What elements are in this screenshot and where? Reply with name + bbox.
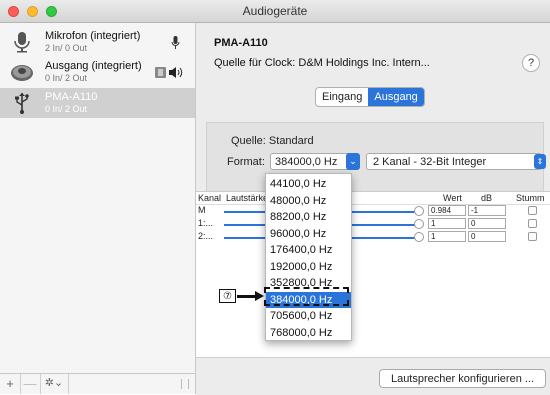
db-field[interactable]: 0: [468, 218, 506, 229]
db-field[interactable]: 0: [468, 231, 506, 242]
table-header: Kanal Lautstärke Wert dB Stumm: [196, 192, 550, 205]
arrow-right-icon: [255, 291, 264, 301]
mute-checkbox[interactable]: [528, 206, 537, 215]
step-callout: ⑦: [219, 289, 236, 303]
bottom-bar: Lautsprecher konfigurieren ...: [196, 357, 550, 395]
device-item-pma-a110[interactable]: PMA-A110 0 In/ 2 Out: [0, 88, 195, 118]
volume-slider-knob[interactable]: [414, 206, 424, 216]
col-kanal: Kanal: [198, 193, 222, 203]
channel-label: M: [198, 205, 206, 215]
device-title: PMA-A110: [214, 37, 268, 49]
menu-item-format[interactable]: 705600,0 Hz: [266, 308, 351, 325]
table-row: 1:... 1 0: [196, 218, 550, 230]
mute-checkbox[interactable]: [528, 232, 537, 241]
chevron-down-icon[interactable]: ⌄: [346, 153, 360, 170]
col-db: dB: [481, 193, 493, 203]
volume-slider-knob[interactable]: [414, 219, 424, 229]
gear-menu-button[interactable]: ✲⌄: [40, 374, 69, 394]
microphone-badge-icon: [171, 36, 180, 49]
speaker-badge-icon: [155, 67, 183, 78]
audio-devices-window: Audiogeräte Mikrofon (integriert) 2 In/ …: [0, 0, 550, 395]
value-field[interactable]: 1: [428, 231, 466, 242]
device-detail-pane: PMA-A110 Quelle für Clock: D&M Holdings …: [196, 23, 550, 395]
window-title: Audiogeräte: [242, 4, 308, 18]
device-name: Ausgang (integriert): [45, 60, 142, 72]
col-lautstaerke: Lautstärke: [226, 193, 269, 203]
clock-source-label: Quelle für Clock:: [214, 57, 296, 69]
menu-item-format[interactable]: 352800,0 Hz: [266, 275, 351, 292]
format-panel: Quelle: Standard Format: 384000,0 Hz ⌄ 2…: [206, 122, 546, 191]
resize-handle-icon[interactable]: [181, 379, 189, 389]
channel-label: 2:...: [198, 231, 214, 241]
menu-item-format-selected[interactable]: 384000,0 Hz: [266, 291, 351, 308]
help-button[interactable]: ?: [522, 54, 540, 72]
tab-eingang[interactable]: Eingang: [316, 88, 368, 106]
mute-checkbox[interactable]: [528, 219, 537, 228]
menu-item-format[interactable]: 176400,0 Hz: [266, 242, 351, 259]
menu-item-format[interactable]: 192000,0 Hz: [266, 259, 351, 276]
channel-label: 1:...: [198, 218, 214, 228]
source-label: Quelle:: [231, 135, 266, 147]
configure-speakers-button[interactable]: Lautsprecher konfigurieren ...: [379, 369, 546, 388]
format-label: Format:: [227, 156, 265, 168]
usb-icon: [15, 93, 29, 114]
remove-device-button[interactable]: —: [20, 374, 41, 394]
format-dropdown-menu: 44100,0 Hz 48000,0 Hz 88200,0 Hz 96000,0…: [265, 173, 352, 341]
channel-table: Kanal Lautstärke Wert dB Stumm M 0.984 -…: [196, 191, 550, 358]
add-device-button[interactable]: +: [0, 374, 21, 394]
io-tab-control: Eingang Ausgang: [315, 87, 425, 107]
col-wert: Wert: [443, 193, 462, 203]
microphone-icon: [14, 32, 30, 53]
speaker-icon: [11, 65, 33, 81]
device-item-ausgang[interactable]: Ausgang (integriert) 0 In/ 2 Out: [0, 57, 195, 87]
arrow-line: [237, 295, 256, 298]
updown-chevron-icon[interactable]: ⇕: [534, 154, 546, 169]
title-bar: Audiogeräte: [0, 0, 550, 23]
menu-item-format[interactable]: 48000,0 Hz: [266, 193, 351, 210]
menu-item-format[interactable]: 768000,0 Hz: [266, 325, 351, 342]
db-field[interactable]: -1: [468, 205, 506, 216]
device-io: 0 In/ 2 Out: [45, 73, 88, 83]
tab-ausgang[interactable]: Ausgang: [368, 88, 424, 106]
table-row: 2:... 1 0: [196, 231, 550, 243]
source-row: Quelle: Standard: [231, 135, 314, 147]
table-row: M 0.984 -1: [196, 205, 550, 217]
value-field[interactable]: 0.984: [428, 205, 466, 216]
clock-source: Quelle für Clock: D&M Holdings Inc. Inte…: [214, 57, 430, 69]
menu-item-format[interactable]: 44100,0 Hz: [266, 176, 351, 193]
value-field[interactable]: 1: [428, 218, 466, 229]
col-stumm: Stumm: [516, 193, 545, 203]
clock-source-value[interactable]: D&M Holdings Inc. Intern...: [298, 57, 429, 69]
device-sidebar: Mikrofon (integriert) 2 In/ 0 Out Ausgan…: [0, 23, 196, 394]
menu-item-format[interactable]: 88200,0 Hz: [266, 209, 351, 226]
format-select[interactable]: 384000,0 Hz: [270, 153, 354, 170]
device-name: Mikrofon (integriert): [45, 30, 141, 42]
channel-format-select[interactable]: 2 Kanal - 32-Bit Integer: [366, 153, 542, 170]
menu-item-format[interactable]: 96000,0 Hz: [266, 226, 351, 243]
source-value: Standard: [268, 135, 314, 147]
device-item-mikrofon[interactable]: Mikrofon (integriert) 2 In/ 0 Out: [0, 27, 195, 57]
sidebar-footer: + — ✲⌄: [0, 373, 195, 394]
device-name: PMA-A110: [45, 91, 98, 103]
device-io: 2 In/ 0 Out: [45, 43, 88, 53]
volume-slider-knob[interactable]: [414, 232, 424, 242]
device-io: 0 In/ 2 Out: [45, 104, 88, 114]
